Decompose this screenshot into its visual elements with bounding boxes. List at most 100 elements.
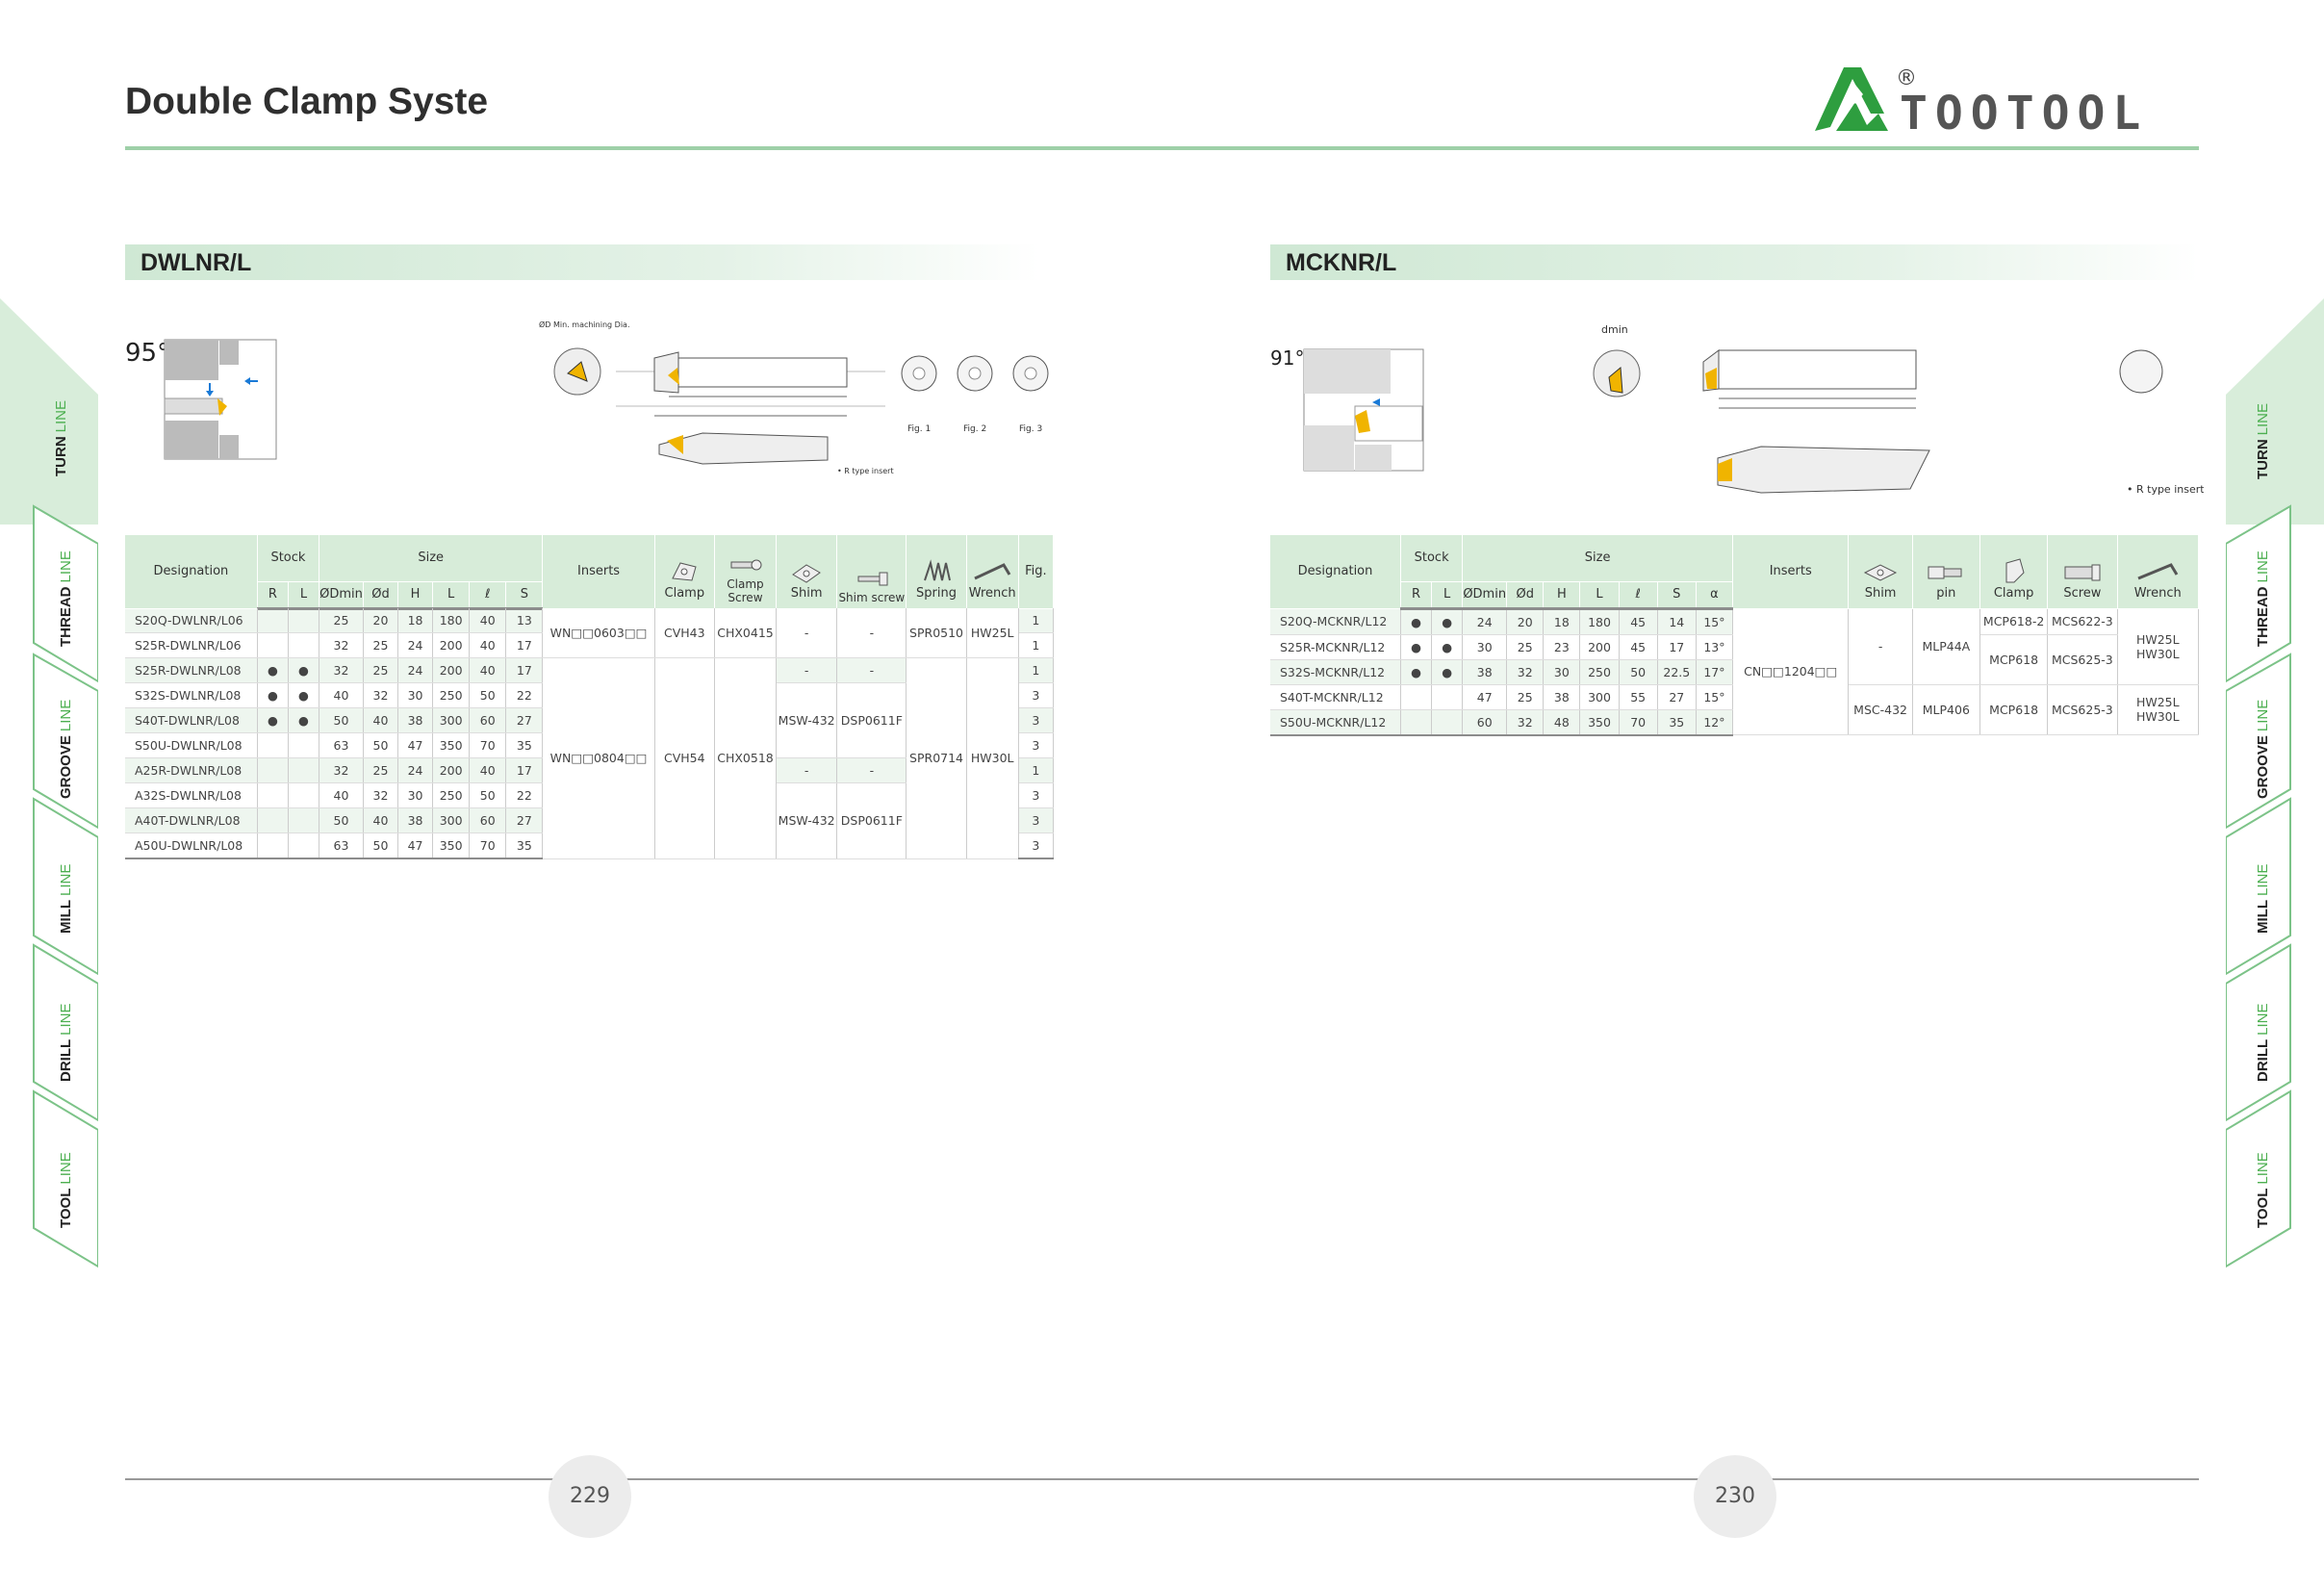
stock-r-cell bbox=[257, 757, 289, 783]
insert-cell: CN□□1204□□ bbox=[1732, 608, 1850, 735]
size-cell: 300 bbox=[432, 807, 471, 833]
screw-icon bbox=[2064, 564, 2101, 580]
section-title: DWLNR/L bbox=[140, 249, 252, 276]
mcknr-tool-dimension-diagram: dmin • R type insert bbox=[1593, 323, 2204, 496]
size-cell: 38 bbox=[1543, 684, 1581, 710]
size-cell: 25 bbox=[363, 657, 399, 683]
screw-icon bbox=[730, 559, 762, 570]
size-cell: 17 bbox=[505, 632, 544, 658]
size-cell: 32 bbox=[1506, 659, 1545, 685]
size-cell: 180 bbox=[1579, 608, 1620, 635]
stock-l-cell: ● bbox=[1431, 634, 1464, 660]
size-cell: 25 bbox=[363, 757, 399, 783]
tab-thread-line[interactable]: THREADLINE bbox=[58, 551, 74, 647]
size-cell: 350 bbox=[1579, 709, 1620, 736]
size-cell: 32 bbox=[319, 632, 364, 658]
size-cell: 38 bbox=[397, 707, 434, 733]
insert-cell: WN□□0603□□ bbox=[542, 608, 655, 658]
wrench-value: HW25L bbox=[2135, 695, 2180, 710]
tab-drill-line[interactable]: DRILLLINE bbox=[58, 1003, 74, 1082]
col-stock: Stock bbox=[1400, 535, 1464, 582]
spring-icon bbox=[924, 558, 951, 580]
clamp-cell: MCP618-2 bbox=[1979, 608, 2049, 635]
size-cell: 22 bbox=[505, 682, 544, 708]
size-cell: 32 bbox=[319, 657, 364, 683]
designation-cell: S25R-DWLNR/L06 bbox=[125, 632, 258, 658]
size-cell: 40 bbox=[319, 682, 364, 708]
size-cell: 40 bbox=[363, 707, 399, 733]
tab-turn-line[interactable]: TURNLINE bbox=[2255, 403, 2271, 479]
size-cell: 25 bbox=[363, 632, 399, 658]
tab-groove-line[interactable]: GROOVELINE bbox=[2255, 700, 2271, 799]
tab-tool-line[interactable]: TOOLLINE bbox=[2255, 1152, 2271, 1228]
size-cell: 40 bbox=[469, 657, 507, 683]
size-cell: 300 bbox=[1579, 684, 1620, 710]
stock-r-cell: ● bbox=[257, 682, 289, 708]
size-cell: 50 bbox=[363, 732, 399, 758]
size-cell: 45 bbox=[1619, 608, 1658, 635]
size-cell: 350 bbox=[432, 732, 471, 758]
fig-cell: 3 bbox=[1018, 782, 1055, 808]
fig-cell: 1 bbox=[1018, 608, 1055, 633]
pin-cell: MLP44A bbox=[1912, 608, 1980, 685]
col-stock: Stock bbox=[257, 535, 320, 582]
tab-drill-line[interactable]: DRILLLINE bbox=[2255, 1003, 2271, 1082]
col-screw: Screw bbox=[2047, 535, 2118, 609]
col-s: S bbox=[1657, 581, 1697, 610]
size-cell: 20 bbox=[1506, 608, 1545, 635]
section-header-mcknr: MCKNR/L bbox=[1270, 244, 2199, 280]
tab-groove-line[interactable]: GROOVELINE bbox=[58, 700, 74, 799]
shim-screw-cell: - bbox=[836, 757, 907, 783]
tab-mill-line[interactable]: MILLLINE bbox=[2255, 864, 2271, 934]
shim-screw-icon bbox=[857, 572, 888, 585]
size-cell: 12° bbox=[1696, 709, 1734, 736]
col-shim: Shim bbox=[1848, 535, 1913, 609]
size-cell: 300 bbox=[432, 707, 471, 733]
table-row: S20Q-DWLNR/L06 25 20 18 180 40 13 WN□□0603□□ CVH… bbox=[125, 608, 1055, 658]
size-cell: 250 bbox=[1579, 659, 1620, 685]
size-cell: 18 bbox=[1543, 608, 1581, 635]
clamp-cell: CVH43 bbox=[654, 608, 715, 658]
clamp-cell: MCP618 bbox=[1979, 634, 2049, 685]
stock-l-cell bbox=[288, 632, 320, 658]
size-cell: 35 bbox=[505, 732, 544, 758]
col-stock-r: R bbox=[1400, 581, 1433, 610]
stock-r-cell bbox=[1400, 684, 1433, 710]
stock-r-cell bbox=[257, 632, 289, 658]
size-cell: 35 bbox=[1657, 709, 1697, 736]
size-cell: 50 bbox=[319, 807, 364, 833]
stock-r-cell bbox=[257, 608, 289, 633]
tab-thread-line[interactable]: THREADLINE bbox=[2255, 551, 2271, 647]
col-alpha: α bbox=[1696, 581, 1734, 610]
designation-cell: A32S-DWLNR/L08 bbox=[125, 782, 258, 808]
size-cell: 15° bbox=[1696, 684, 1734, 710]
tab-turn-line[interactable]: TURNLINE bbox=[53, 400, 69, 476]
size-cell: 70 bbox=[1619, 709, 1658, 736]
stock-l-cell bbox=[288, 832, 320, 859]
size-cell: 180 bbox=[432, 608, 471, 633]
stock-l-cell: ● bbox=[1431, 659, 1464, 685]
size-cell: 250 bbox=[432, 682, 471, 708]
col-size: Size bbox=[319, 535, 544, 582]
clamp-screw-cell: CHX0415 bbox=[714, 608, 778, 658]
col-clamp: Clamp bbox=[1979, 535, 2049, 609]
size-cell: 25 bbox=[319, 608, 364, 633]
col-d: Ød bbox=[363, 581, 399, 610]
clamp-cell: MCP618 bbox=[1979, 684, 2049, 735]
size-cell: 48 bbox=[1543, 709, 1581, 736]
wrench-cell: HW25L HW30L bbox=[2117, 608, 2200, 685]
tab-mill-line[interactable]: MILLLINE bbox=[58, 864, 74, 934]
size-cell: 50 bbox=[469, 682, 507, 708]
stock-l-cell bbox=[288, 608, 320, 633]
clamp-icon bbox=[2005, 557, 2025, 582]
col-inserts: Inserts bbox=[542, 535, 655, 609]
designation-cell: A50U-DWLNR/L08 bbox=[125, 832, 258, 859]
clamp-icon bbox=[672, 561, 697, 581]
boring-position-diagram bbox=[164, 339, 277, 460]
size-cell: 40 bbox=[469, 757, 507, 783]
header-divider bbox=[125, 146, 2199, 150]
tab-tool-line[interactable]: TOOLLINE bbox=[58, 1152, 74, 1228]
size-cell: 30 bbox=[1462, 634, 1508, 660]
stock-l-cell bbox=[288, 732, 320, 758]
designation-cell: A40T-DWLNR/L08 bbox=[125, 807, 258, 833]
